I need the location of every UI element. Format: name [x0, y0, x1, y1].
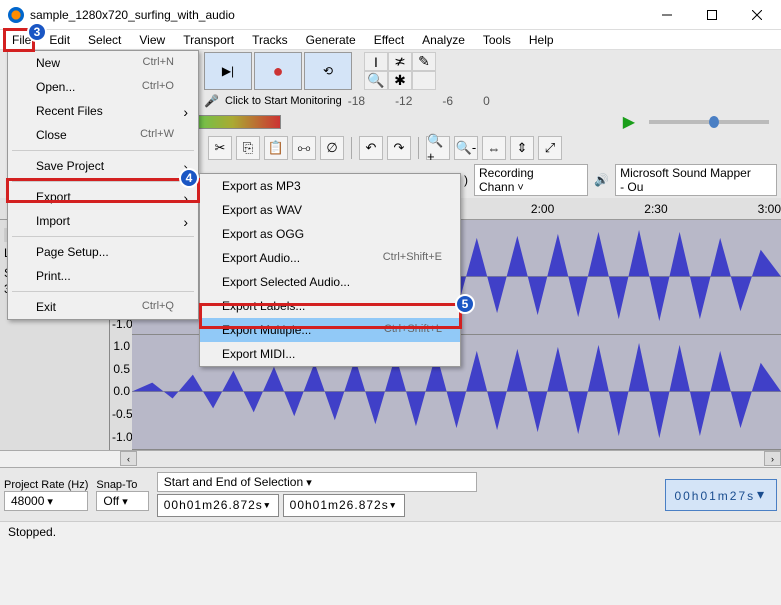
export-ogg[interactable]: Export as OGG — [200, 222, 460, 246]
envelope-tool[interactable]: ≭ — [388, 52, 412, 71]
fit-selection-button[interactable]: ⇔ — [482, 136, 506, 160]
mic-icon: 🎤 — [204, 94, 219, 108]
redo-button[interactable]: ↷ — [387, 136, 411, 160]
status-text: Stopped. — [8, 525, 56, 539]
menu-exit[interactable]: ExitCtrl+Q — [8, 295, 198, 319]
annotation-3: 3 — [27, 22, 47, 42]
rec-device-label: ) — [464, 173, 468, 187]
zoom-tool[interactable]: 🔍 — [364, 71, 388, 90]
trim-button[interactable]: ⧟ — [292, 136, 316, 160]
multi-tool[interactable] — [412, 71, 436, 90]
export-selected[interactable]: Export Selected Audio... — [200, 270, 460, 294]
export-multiple[interactable]: Export Multiple...Ctrl+Shift+L — [200, 318, 460, 342]
menu-page-setup[interactable]: Page Setup... — [8, 240, 198, 264]
menu-tools[interactable]: Tools — [475, 31, 519, 49]
file-menu-dropdown: NewCtrl+N Open...Ctrl+O Recent Files Clo… — [7, 50, 199, 320]
play-button[interactable]: ▶ — [623, 112, 635, 132]
menu-effect[interactable]: Effect — [366, 31, 412, 49]
menu-import[interactable]: Import — [8, 209, 198, 233]
project-rate-select[interactable]: 48000 ▾ — [4, 491, 88, 511]
selection-end-time[interactable]: 00h01m26.872s▾ — [283, 494, 405, 517]
zoom-out-button[interactable]: 🔍- — [454, 136, 478, 160]
timeshift-tool[interactable]: ✱ — [388, 71, 412, 90]
copy-button[interactable]: ⎘ — [236, 136, 260, 160]
window-title: sample_1280x720_surfing_with_audio — [30, 8, 644, 22]
audio-position-display[interactable]: 00h01m27s▾ — [665, 479, 777, 511]
scroll-right-arrow[interactable]: › — [764, 451, 781, 466]
maximize-button[interactable] — [689, 1, 734, 29]
selection-start-time[interactable]: 00h01m26.872s▾ — [157, 494, 279, 517]
menu-save-project[interactable]: Save Project — [8, 154, 198, 178]
draw-tool[interactable]: ✎ — [412, 52, 436, 71]
menu-transport[interactable]: Transport — [175, 31, 242, 49]
menu-close[interactable]: CloseCtrl+W — [8, 123, 198, 147]
snap-to-label: Snap-To — [96, 479, 148, 491]
selection-mode-select[interactable]: Start and End of Selection ▾ — [157, 472, 477, 492]
selection-tool[interactable]: I — [364, 52, 388, 71]
export-midi[interactable]: Export MIDI... — [200, 342, 460, 366]
menu-help[interactable]: Help — [521, 31, 562, 49]
fit-project-button[interactable]: ⇕ — [510, 136, 534, 160]
menu-open[interactable]: Open...Ctrl+O — [8, 75, 198, 99]
speed-slider[interactable] — [649, 120, 769, 124]
snap-to-select[interactable]: Off ▾ — [96, 491, 148, 511]
export-labels[interactable]: Export Labels... — [200, 294, 460, 318]
zoom-toggle-button[interactable]: ⤢ — [538, 136, 562, 160]
monitoring-label[interactable]: Click to Start Monitoring — [225, 95, 342, 107]
horizontal-scrollbar[interactable]: ‹ › — [0, 450, 781, 467]
transport-toolbar: ▶| ● ⟲ — [204, 52, 352, 90]
statusbar: Stopped. — [0, 521, 781, 543]
scroll-left-arrow[interactable]: ‹ — [120, 451, 137, 466]
menu-select[interactable]: Select — [80, 31, 129, 49]
undo-button[interactable]: ↶ — [359, 136, 383, 160]
cut-button[interactable]: ✂ — [208, 136, 232, 160]
project-rate-label: Project Rate (Hz) — [4, 479, 88, 491]
menu-print[interactable]: Print... — [8, 264, 198, 288]
menu-export[interactable]: Export — [8, 185, 198, 209]
titlebar: sample_1280x720_surfing_with_audio — [0, 0, 781, 30]
menubar: File Edit Select View Transport Tracks G… — [0, 30, 781, 50]
menu-generate[interactable]: Generate — [298, 31, 364, 49]
silence-button[interactable]: ∅ — [320, 136, 344, 160]
speaker-out-icon: 🔊 — [594, 173, 609, 187]
menu-view[interactable]: View — [131, 31, 173, 49]
menu-analyze[interactable]: Analyze — [414, 31, 473, 49]
menu-tracks[interactable]: Tracks — [244, 31, 296, 49]
rec-channels-select[interactable]: Recording Chann ˅ — [474, 164, 588, 196]
tools-toolbar: I ≭ ✎ 🔍 ✱ — [364, 52, 442, 90]
export-audio[interactable]: Export Audio...Ctrl+Shift+E — [200, 246, 460, 270]
loop-button[interactable]: ⟲ — [304, 52, 352, 90]
skip-end-button[interactable]: ▶| — [204, 52, 252, 90]
export-wav[interactable]: Export as WAV — [200, 198, 460, 222]
annotation-4: 4 — [179, 168, 199, 188]
menu-new[interactable]: NewCtrl+N — [8, 51, 198, 75]
app-icon — [8, 7, 24, 23]
menu-recent-files[interactable]: Recent Files — [8, 99, 198, 123]
close-button[interactable] — [734, 1, 779, 29]
rec-meter-scale: -18 -12 -6 0 — [348, 94, 490, 108]
zoom-in-button[interactable]: 🔍+ — [426, 136, 450, 160]
output-device-select[interactable]: Microsoft Sound Mapper - Ou — [615, 164, 777, 196]
paste-button[interactable]: 📋 — [264, 136, 288, 160]
export-mp3[interactable]: Export as MP3 — [200, 174, 460, 198]
record-button[interactable]: ● — [254, 52, 302, 90]
export-submenu: Export as MP3 Export as WAV Export as OG… — [199, 173, 461, 367]
selection-toolbar: Project Rate (Hz) 48000 ▾ Snap-To Off ▾ … — [0, 467, 781, 521]
annotation-5: 5 — [455, 294, 475, 314]
minimize-button[interactable] — [644, 1, 689, 29]
